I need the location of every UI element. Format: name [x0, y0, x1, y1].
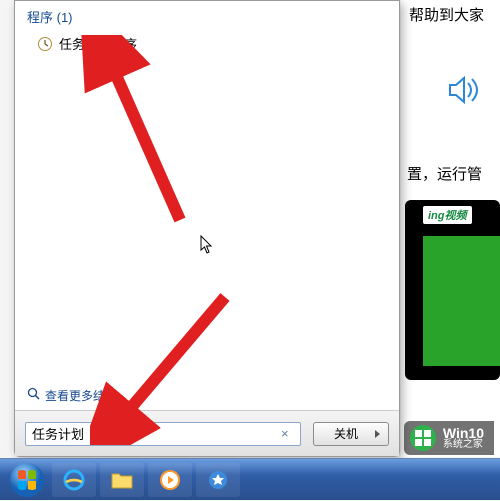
taskbar-item-media-player[interactable] [148, 463, 192, 497]
shutdown-options-button[interactable] [367, 422, 389, 446]
clear-search-icon[interactable]: × [281, 426, 295, 440]
start-menu-footer: × 关机 [15, 410, 399, 456]
watermark-title: Win10 [443, 426, 484, 440]
watermark-subtitle: 系统之家 [443, 440, 484, 450]
speaker-icon [448, 75, 486, 110]
monitor-preview [405, 200, 500, 380]
background-page: 帮助到大家 置，运行管 ing视频 [401, 0, 500, 457]
page-text: 帮助到大家 [409, 4, 484, 25]
video-badge: ing视频 [423, 206, 472, 224]
search-input[interactable] [25, 422, 301, 446]
start-button[interactable] [6, 459, 48, 501]
watermark: Win10 系统之家 [404, 421, 494, 455]
mouse-cursor [200, 235, 214, 260]
menu-item-label: 任务计划程序 [59, 34, 137, 53]
taskbar-item-ie[interactable] [52, 463, 96, 497]
chevron-right-icon [375, 430, 380, 438]
clock-icon [37, 36, 53, 52]
taskbar-item-explorer[interactable] [100, 463, 144, 497]
menu-item-task-scheduler[interactable]: 任务计划程序 [27, 32, 387, 55]
taskbar-item-app[interactable] [196, 463, 240, 497]
taskbar [0, 458, 500, 500]
windows-logo-icon [409, 424, 437, 452]
results-category: 程序 (1) [27, 7, 387, 26]
see-more-label: 查看更多结果 [45, 387, 117, 404]
see-more-results[interactable]: 查看更多结果 [27, 385, 117, 406]
magnifier-icon [27, 387, 41, 404]
page-text: 置，运行管 [407, 163, 482, 184]
start-menu: 程序 (1) 任务计划程序 查看更 [14, 0, 400, 457]
